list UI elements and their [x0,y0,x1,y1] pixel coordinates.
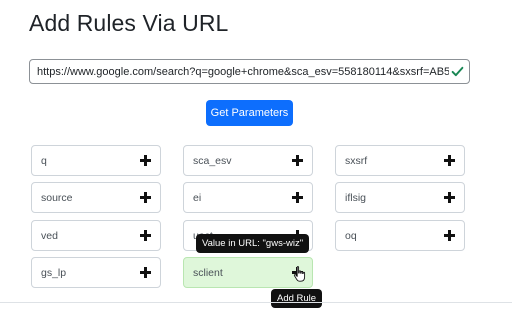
plus-icon[interactable] [140,230,151,241]
param-label: sxsrf [345,154,368,167]
plus-icon[interactable] [444,192,455,203]
footer-divider [0,302,512,303]
param-label: q [41,154,47,167]
param-label: iflsig [345,191,367,204]
param-label: ved [41,229,58,242]
plus-icon[interactable] [140,192,151,203]
url-field[interactable] [29,59,470,84]
param-rule-gs-lp[interactable]: gs_lp [31,257,161,288]
param-rule-iflsig[interactable]: iflsig [335,182,465,213]
plus-icon[interactable] [292,192,303,203]
param-label: source [41,191,73,204]
param-label: sca_esv [193,154,232,167]
param-rule-oq[interactable]: oq [335,220,465,251]
param-rule-ved[interactable]: ved [31,220,161,251]
page-title: Add Rules Via URL [29,10,229,36]
param-label: oq [345,229,357,242]
param-label: sclient [193,266,223,279]
add-rule-tooltip: Add Rule [271,289,323,308]
plus-icon[interactable] [444,155,455,166]
param-rule-sca-esv[interactable]: sca_esv [183,145,313,176]
param-rule-ei[interactable]: ei [183,182,313,213]
plus-icon[interactable] [140,155,151,166]
get-parameters-button[interactable]: Get Parameters [206,100,293,126]
value-tooltip: Value in URL: "gws-wiz" [196,234,310,253]
param-rule-source[interactable]: source [31,182,161,213]
param-label: gs_lp [41,266,67,279]
param-rule-q[interactable]: q [31,145,161,176]
hand-cursor-icon [293,266,306,282]
plus-icon[interactable] [140,267,151,278]
plus-icon[interactable] [292,155,303,166]
add-rules-page: Add Rules Via URL Get Parameters q sca_e… [0,0,512,320]
param-label: ei [193,191,202,204]
param-rule-sxsrf[interactable]: sxsrf [335,145,465,176]
plus-icon[interactable] [444,230,455,241]
check-icon [451,66,464,77]
url-input[interactable] [37,65,449,78]
